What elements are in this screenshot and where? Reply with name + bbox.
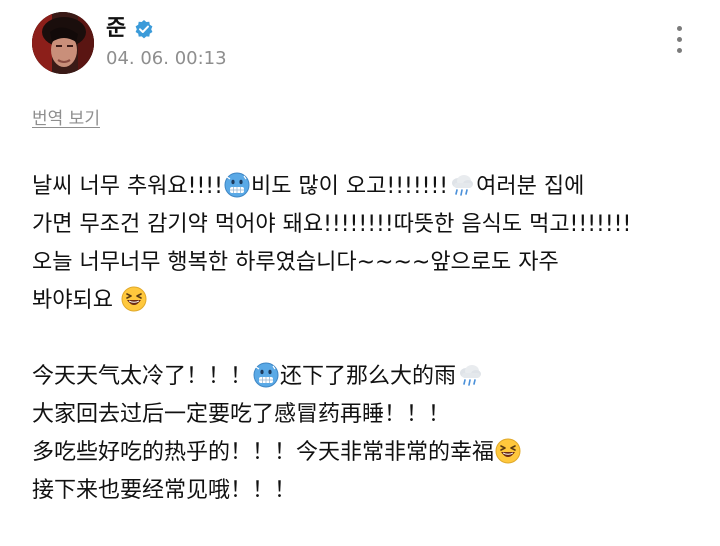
more-dot-icon [676, 48, 682, 53]
avatar-photo [32, 12, 94, 74]
post-line: 今天天气太冷了！！！ 还下了那么大的雨 [32, 358, 702, 396]
post-header: 준 04. 06. 00:13 [32, 12, 696, 78]
rain-cloud-icon [460, 365, 482, 386]
post-line: 大家回去过后一定要吃了感冒药再睡！！！ [32, 396, 702, 434]
rain-cloud-icon [452, 175, 474, 196]
post-line: 接下来也要经常见哦！！！ [32, 472, 702, 510]
post-text: 가면 무조건 감기약 먹어야 돼요!!!!!!!!따뜻한 음식도 먹고!!!!!… [32, 212, 632, 237]
translate-link[interactable]: 번역 보기 [32, 107, 100, 131]
post-text: 还下了那么大的雨 [280, 364, 457, 389]
more-dot-icon [676, 37, 682, 42]
avatar[interactable] [32, 12, 94, 74]
laughing-face-icon [495, 438, 521, 464]
user-name[interactable]: 준 [106, 15, 126, 43]
verified-badge-icon [135, 20, 153, 39]
post-text: 大家回去过后一定要吃了感冒药再睡！！！ [32, 402, 451, 427]
more-options-button[interactable] [672, 26, 686, 60]
freezing-face-icon [253, 362, 279, 388]
post-text: 오늘 너무너무 행복한 하루였습니다~~~~앞으로도 자주 [32, 250, 559, 275]
post-line: 봐야되요 [32, 282, 702, 320]
post-text: 今天天气太冷了！！！ [32, 364, 253, 389]
post-text: 여러분 집에 [476, 174, 585, 199]
post-text: 多吃些好吃的热乎的！！！今天非常非常的幸福 [32, 440, 495, 465]
laughing-face-icon [121, 286, 147, 312]
more-dot-icon [676, 26, 682, 31]
freezing-face-icon [224, 172, 250, 198]
post-text: 봐야되요 [32, 288, 120, 313]
post-text: 날씨 너무 추워요!!!! [32, 174, 223, 199]
post-line: 날씨 너무 추워요!!!! 비도 많이 오고!!!!!!! 여러분 집에 [32, 168, 702, 206]
post-text: 비도 많이 오고!!!!!!! [250, 174, 449, 199]
post-line: 오늘 너무너무 행복한 하루였습니다~~~~앞으로도 자주 [32, 244, 702, 282]
post-line: 가면 무조건 감기약 먹어야 돼요!!!!!!!!따뜻한 음식도 먹고!!!!!… [32, 206, 702, 244]
post-body: 날씨 너무 추워요!!!! 비도 많이 오고!!!!!!! 여러분 집에 가면 … [32, 168, 702, 510]
post-timestamp: 04. 06. 00:13 [106, 48, 227, 69]
post-line: 多吃些好吃的热乎的！！！今天非常非常的幸福 [32, 434, 702, 472]
post-text: 接下来也要经常见哦！！！ [32, 478, 297, 503]
